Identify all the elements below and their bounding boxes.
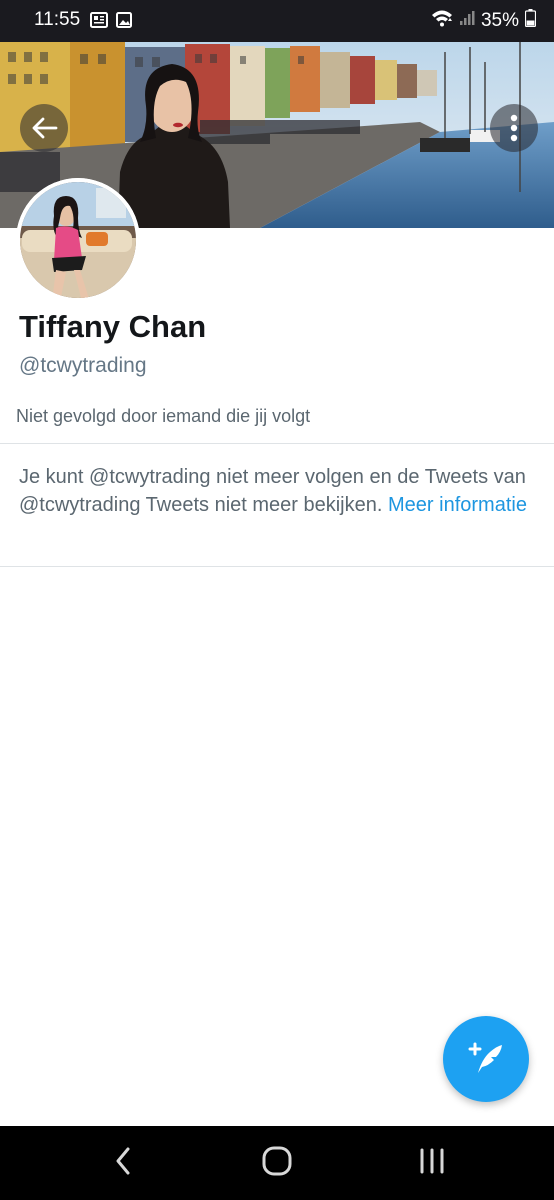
signal-icon: [459, 10, 475, 32]
recents-nav-button[interactable]: [392, 1126, 472, 1200]
status-right: 35%: [431, 9, 537, 33]
avatar[interactable]: [16, 178, 140, 302]
divider: [0, 443, 554, 444]
home-nav-button[interactable]: [237, 1126, 317, 1200]
more-vertical-icon: [510, 114, 518, 142]
status-bar: 11:55 35%: [0, 0, 554, 42]
compose-tweet-button[interactable]: [443, 1016, 529, 1102]
more-info-link[interactable]: Meer informatie: [388, 494, 527, 516]
back-nav-icon: [115, 1147, 131, 1180]
status-time: 11:55: [34, 9, 81, 30]
followers-you-know: Niet gevolgd door iemand die jij volgt: [16, 406, 311, 426]
back-button[interactable]: [20, 104, 68, 152]
compose-tweet-icon: [466, 1037, 506, 1082]
profile-handle: @tcwytrading: [19, 354, 147, 377]
system-nav-bar: [0, 1126, 554, 1200]
blocked-notice: Je kunt @tcwytrading niet meer volgen en…: [19, 463, 535, 519]
profile-name: Tiffany Chan: [19, 309, 207, 344]
back-nav-button[interactable]: [83, 1126, 163, 1200]
image-icon: [116, 12, 132, 33]
more-options-button[interactable]: [490, 104, 538, 152]
newspaper-icon: [90, 12, 108, 33]
home-nav-icon: [262, 1146, 292, 1181]
wifi-icon: [431, 9, 453, 33]
arrow-left-icon: [30, 116, 58, 140]
recents-nav-icon: [419, 1148, 445, 1179]
battery-icon: [524, 9, 537, 33]
battery-text: 35%: [480, 10, 519, 31]
divider: [0, 566, 554, 567]
